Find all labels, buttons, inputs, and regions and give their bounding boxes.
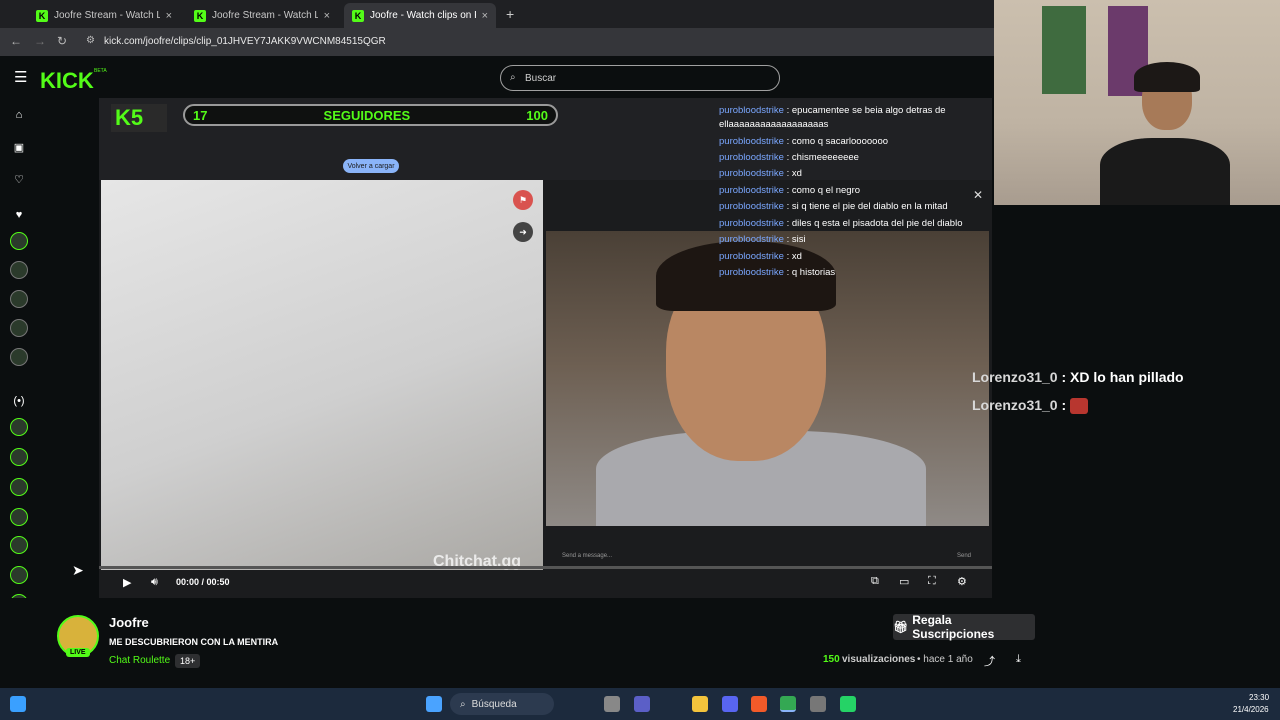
clock-date: 21/4/2026 <box>1233 705 1269 714</box>
close-tab-icon[interactable]: × <box>482 10 488 22</box>
channel-avatar[interactable] <box>10 418 28 436</box>
clip-info: LIVE Joofre ME DESCUBRIERON CON LA MENTI… <box>0 598 1052 688</box>
reload-page-button: Volver a cargar <box>343 159 399 173</box>
search-icon: ⌕ <box>460 698 466 710</box>
whatsapp-icon[interactable] <box>840 696 856 712</box>
download-icon[interactable]: ⤓ <box>1016 653 1021 666</box>
play-icon[interactable]: ▶ <box>123 576 131 589</box>
channel-avatar[interactable] <box>10 232 28 250</box>
kick-logo[interactable]: KICK <box>40 68 94 94</box>
tab-joofre-stream-2[interactable]: K Joofre Stream - Watch Live on Kick × <box>186 3 338 28</box>
site-info-icon[interactable]: ⚙ <box>86 35 95 46</box>
fullscreen-icon[interactable]: ⛶ <box>928 575 936 588</box>
channel-avatar[interactable] <box>10 448 28 466</box>
live-channels-icon[interactable]: (•) <box>10 392 28 410</box>
beta-badge: BETA <box>94 68 107 74</box>
gift-icon: 🎁︎ <box>893 620 909 634</box>
poster <box>1042 6 1086 94</box>
search-input[interactable]: ⌕ Buscar <box>500 65 780 91</box>
theater-mode-icon[interactable]: ▭ <box>899 575 909 588</box>
app-icon[interactable] <box>810 696 826 712</box>
kick-header: ☰ KICK BETA ⌕ Buscar <box>0 56 994 98</box>
mouse-cursor-icon: ➤ <box>72 562 84 578</box>
follower-goal-bar: 17 SEGUIDORES 100 <box>183 104 558 126</box>
forward-arrow-icon[interactable]: → <box>34 34 46 48</box>
pip-icon[interactable]: ⧉ <box>871 575 879 588</box>
clip-title: ME DESCUBRIERON CON LA MENTIRA <box>109 637 279 647</box>
teams-icon[interactable] <box>634 696 650 712</box>
address-bar: ← → ↻ ⚙ kick.com/joofre/clips/clip_01JHV… <box>0 28 994 56</box>
windows-start-icon[interactable] <box>426 696 442 712</box>
clock-time: 23:30 <box>1249 693 1270 702</box>
taskbar: ⌕ Búsqueda 23:30 21/4/2026 <box>0 688 1280 720</box>
reload-icon[interactable]: ↻ <box>57 34 67 48</box>
task-view-icon[interactable] <box>604 696 620 712</box>
player-controls: ▶ 🔊︎ 00:00 / 00:50 ⧉ ▭ ⛶ ⚙ <box>99 568 992 598</box>
channel-avatar[interactable] <box>10 319 28 337</box>
channel-avatar[interactable] <box>10 261 28 279</box>
home-icon[interactable]: ⌂ <box>10 106 28 124</box>
browser-tab-bar: K Joofre Stream - Watch Live on Kick × K… <box>0 0 994 28</box>
share-icon[interactable]: ⤴ <box>984 653 995 669</box>
webcam-left: ⚑ ➜ <box>101 180 543 570</box>
channel-avatar[interactable] <box>10 348 28 366</box>
new-tab-button[interactable]: + <box>506 6 514 22</box>
following-icon[interactable]: ♡ <box>10 170 28 188</box>
settings-icon[interactable]: ⚙ <box>957 575 967 588</box>
file-explorer-icon[interactable] <box>692 696 708 712</box>
channel-avatar[interactable] <box>10 290 28 308</box>
streamer-name[interactable]: Joofre <box>109 615 149 630</box>
live-badge: LIVE <box>66 648 90 657</box>
streamer-webcam <box>994 0 1280 205</box>
streamer-hair <box>1134 62 1200 92</box>
favorites-icon[interactable]: ♥ <box>10 206 28 224</box>
report-flag-icon: ⚑ <box>513 190 533 210</box>
overlay-chat-line: Lorenzo31_0 : <box>972 397 1089 415</box>
overlay-chat-line: Lorenzo31_0 : XD lo han pillado <box>972 369 1184 385</box>
volume-icon[interactable]: 🔊︎ <box>151 576 158 589</box>
back-arrow-icon[interactable]: ← <box>10 34 22 48</box>
kick-k5-logo: K5 <box>111 104 167 132</box>
channel-avatar[interactable] <box>10 478 28 496</box>
time-display: 00:00 / 00:50 <box>176 577 230 587</box>
close-tab-icon[interactable]: × <box>324 10 330 22</box>
rating-badge: 18+ <box>175 654 201 668</box>
views-label: visualizaciones <box>842 654 916 665</box>
tab-joofre-stream-1[interactable]: K Joofre Stream - Watch Live on Kick × <box>28 3 180 28</box>
kick-favicon-icon: K <box>194 9 206 22</box>
browse-icon[interactable]: ▣ <box>10 138 28 156</box>
kick-favicon-icon: K <box>352 9 364 22</box>
discord-icon[interactable] <box>722 696 738 712</box>
brave-icon[interactable] <box>751 696 767 712</box>
search-icon: ⌕ <box>510 72 516 83</box>
url-field[interactable]: kick.com/joofre/clips/clip_01JHVEY7JAKK9… <box>104 36 386 47</box>
video-player[interactable]: K5 17 SEGUIDORES 100 Volver a cargar ⚑ ➜… <box>99 98 992 598</box>
emote-icon <box>1070 398 1089 415</box>
close-tab-icon[interactable]: × <box>166 10 172 22</box>
tab-joofre-clips[interactable]: K Joofre - Watch clips on Kick × <box>344 3 496 28</box>
next-arrow-icon: ➜ <box>513 222 533 242</box>
close-icon: ✕ <box>973 188 984 202</box>
chrome-icon[interactable] <box>780 696 796 712</box>
category-link[interactable]: Chat Roulette <box>109 655 170 666</box>
channel-avatar[interactable] <box>10 566 28 584</box>
taskbar-search[interactable]: ⌕ Búsqueda <box>450 693 554 715</box>
views-count: 150 <box>823 654 840 665</box>
channel-avatar[interactable] <box>10 508 28 526</box>
channel-avatar[interactable] <box>10 536 28 554</box>
clip-age: • hace 1 año <box>917 654 973 665</box>
widgets-icon[interactable] <box>10 696 26 712</box>
streamer-jacket <box>1100 138 1230 205</box>
kick-favicon-icon: K <box>36 9 48 22</box>
gift-subscriptions-button[interactable]: 🎁︎ Regala Suscripciones <box>893 613 1035 641</box>
menu-icon[interactable]: ☰ <box>14 68 27 86</box>
